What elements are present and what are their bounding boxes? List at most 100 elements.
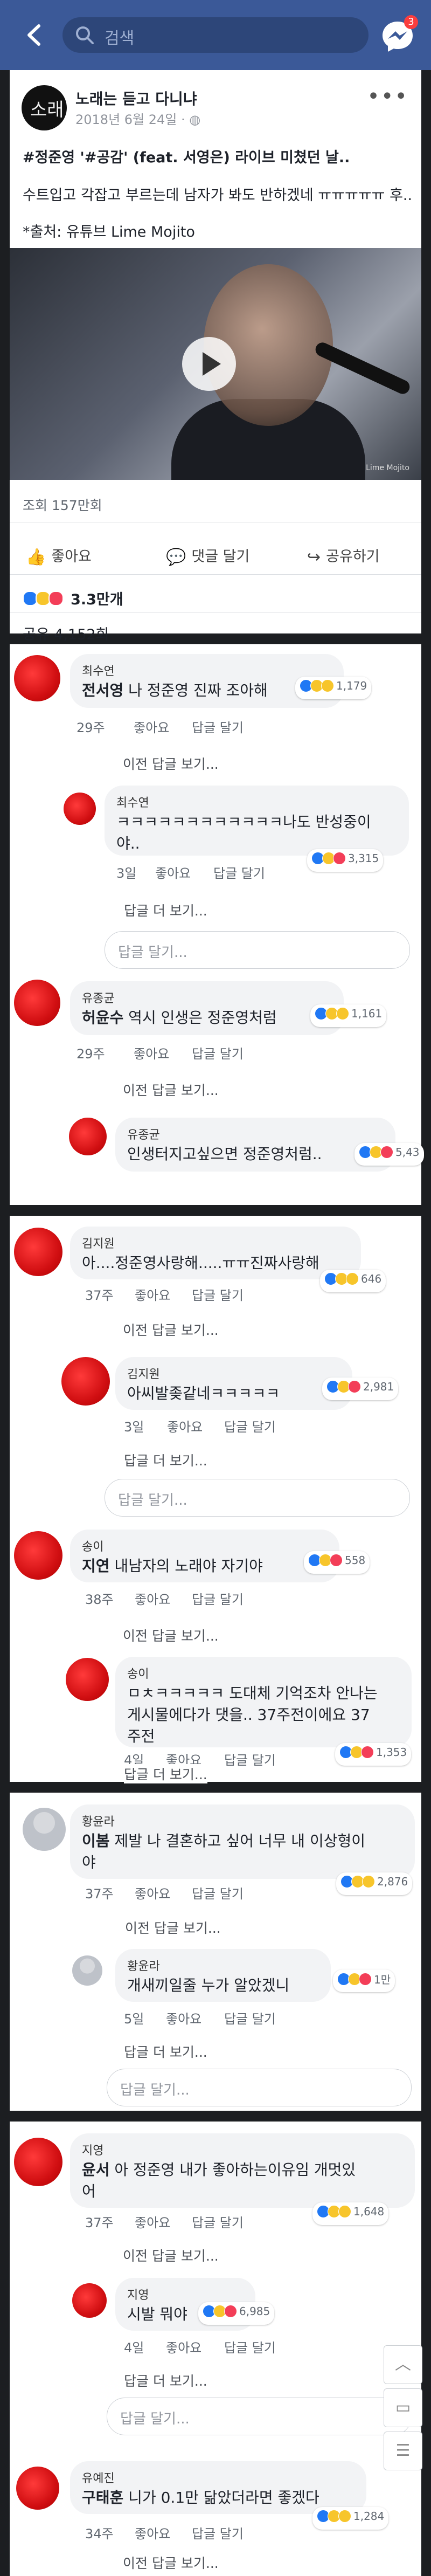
- tagged-name[interactable]: 허윤수: [82, 1009, 123, 1027]
- reaction-count[interactable]: 2,876: [336, 1872, 413, 1895]
- commenter-name[interactable]: 김지원: [82, 1234, 115, 1251]
- reply-input[interactable]: 답글 달기...: [107, 2069, 412, 2106]
- avatar[interactable]: [64, 793, 96, 825]
- reply-link[interactable]: 답글 달기: [192, 1285, 244, 1304]
- like-link[interactable]: 좋아요: [167, 1416, 203, 1435]
- reply-link[interactable]: 답글 달기: [192, 2523, 244, 2542]
- reaction-count[interactable]: 558: [304, 1551, 370, 1574]
- reaction-count[interactable]: 6,985: [198, 2302, 275, 2325]
- avatar[interactable]: [23, 1808, 66, 1851]
- reaction-count[interactable]: 1,161: [310, 1004, 387, 1027]
- page-name[interactable]: 노래는 듣고 다니냐: [75, 87, 197, 109]
- tagged-name[interactable]: 윤서: [82, 2161, 110, 2179]
- reactions-summary[interactable]: 3.3만개: [23, 588, 123, 609]
- commenter-name[interactable]: 유종균: [127, 1125, 160, 1142]
- reply-link[interactable]: 답글 달기: [213, 863, 265, 881]
- previous-replies-link[interactable]: 이전 답글 보기...: [125, 1918, 221, 1937]
- play-icon[interactable]: [182, 337, 236, 391]
- reply-link[interactable]: 답글 달기: [192, 1883, 244, 1902]
- avatar[interactable]: [14, 1531, 62, 1580]
- tagged-name[interactable]: 전서영: [82, 681, 123, 699]
- reply-link[interactable]: 답글 달기: [192, 1043, 244, 1062]
- more-replies-link[interactable]: 답글 더 보기...: [124, 1450, 207, 1470]
- share-button[interactable]: ↪ 공유하기: [307, 545, 380, 567]
- reaction-count[interactable]: 5,43: [354, 1143, 424, 1166]
- reaction-count[interactable]: 1,179: [295, 677, 372, 699]
- comment-button[interactable]: 💬 댓글 달기: [166, 545, 249, 567]
- more-replies-link[interactable]: 답글 더 보기...: [124, 2371, 207, 2390]
- avatar[interactable]: [14, 655, 60, 701]
- like-link[interactable]: 좋아요: [134, 1043, 169, 1062]
- avatar[interactable]: [14, 980, 60, 1026]
- scroll-up-icon[interactable]: ︿: [384, 2345, 422, 2384]
- reply-link[interactable]: 답글 달기: [224, 2008, 276, 2027]
- search-input[interactable]: 검색: [62, 17, 369, 53]
- commenter-name[interactable]: 최수연: [116, 793, 149, 810]
- previous-replies-link[interactable]: 이전 답글 보기...: [123, 2553, 219, 2572]
- like-button[interactable]: 👍 좋아요: [26, 545, 92, 567]
- avatar[interactable]: [14, 1228, 62, 1276]
- avatar[interactable]: [61, 1357, 110, 1406]
- commenter-name[interactable]: 송이: [127, 1664, 149, 1682]
- reply-link[interactable]: 답글 달기: [224, 1416, 276, 1435]
- reply-link[interactable]: 답글 달기: [224, 1750, 276, 1768]
- commenter-name[interactable]: 황윤라: [127, 1957, 160, 1974]
- reaction-count[interactable]: 1,353: [335, 1743, 412, 1766]
- more-replies-link[interactable]: 답글 더 보기...: [124, 1764, 207, 1783]
- previous-replies-link[interactable]: 이전 답글 보기...: [123, 1080, 219, 1099]
- video-player[interactable]: Lime Mojito: [10, 248, 421, 480]
- more-options-icon[interactable]: •••: [367, 84, 408, 109]
- like-link[interactable]: 좋아요: [166, 2008, 201, 2027]
- more-replies-link[interactable]: 답글 더 보기...: [124, 2042, 207, 2061]
- reply-input[interactable]: 답글 달기...: [105, 931, 410, 969]
- avatar[interactable]: [16, 2467, 59, 2510]
- avatar[interactable]: [66, 1658, 109, 1701]
- reply-link[interactable]: 답글 달기: [192, 1589, 244, 1608]
- avatar[interactable]: [14, 2138, 62, 2186]
- messenger-button[interactable]: 3: [379, 15, 418, 54]
- reaction-count[interactable]: 1,648: [312, 2202, 389, 2225]
- chat-icon[interactable]: ▭: [384, 2388, 422, 2427]
- avatar[interactable]: [72, 1955, 102, 1986]
- reply-input[interactable]: 답글 달기...: [105, 1479, 410, 1517]
- like-link[interactable]: 좋아요: [155, 863, 191, 881]
- previous-replies-link[interactable]: 이전 답글 보기...: [123, 1320, 219, 1339]
- tagged-name[interactable]: 구태훈: [82, 2489, 123, 2506]
- reply-link[interactable]: 답글 달기: [192, 2212, 244, 2231]
- commenter-name[interactable]: 지영: [82, 2141, 103, 2158]
- more-replies-link[interactable]: 답글 더 보기...: [124, 900, 207, 920]
- like-link[interactable]: 좋아요: [135, 2212, 170, 2231]
- commenter-name[interactable]: 송이: [82, 1537, 103, 1554]
- like-link[interactable]: 좋아요: [135, 1883, 170, 1902]
- reaction-count[interactable]: 2,981: [322, 1377, 399, 1400]
- commenter-name[interactable]: 최수연: [82, 662, 115, 679]
- tagged-name[interactable]: 이봄: [82, 1832, 110, 1850]
- commenter-name[interactable]: 김지원: [127, 1365, 160, 1382]
- previous-replies-link[interactable]: 이전 답글 보기...: [123, 754, 219, 773]
- reaction-count[interactable]: 1,284: [312, 2507, 389, 2530]
- share-count[interactable]: 공유 4,152회: [23, 623, 109, 644]
- commenter-name[interactable]: 유종균: [82, 989, 115, 1006]
- reaction-count[interactable]: 646: [320, 1270, 386, 1292]
- commenter-name[interactable]: 황윤라: [82, 1812, 115, 1829]
- page-avatar[interactable]: 소래: [22, 85, 67, 130]
- reply-input[interactable]: 답글 달기...: [107, 2398, 412, 2435]
- previous-replies-link[interactable]: 이전 답글 보기...: [123, 2246, 219, 2265]
- like-link[interactable]: 좋아요: [134, 717, 169, 736]
- reaction-count[interactable]: 3,315: [307, 849, 384, 872]
- commenter-name[interactable]: 유예진: [82, 2469, 115, 2486]
- previous-replies-link[interactable]: 이전 답글 보기...: [123, 1626, 219, 1645]
- like-link[interactable]: 좋아요: [135, 1285, 170, 1304]
- avatar[interactable]: [69, 1118, 107, 1155]
- tagged-name[interactable]: 지연: [82, 1557, 110, 1575]
- reaction-count[interactable]: 1만: [333, 1969, 395, 1992]
- reply-link[interactable]: 답글 달기: [224, 2337, 276, 2356]
- back-arrow-icon[interactable]: [22, 22, 48, 49]
- commenter-name[interactable]: 지영: [127, 2285, 149, 2303]
- list-icon[interactable]: ☰: [384, 2432, 422, 2470]
- avatar[interactable]: [72, 2283, 107, 2318]
- reply-link[interactable]: 답글 달기: [192, 717, 244, 736]
- like-link[interactable]: 좋아요: [166, 2337, 201, 2356]
- like-link[interactable]: 좋아요: [135, 2523, 170, 2542]
- like-link[interactable]: 좋아요: [135, 1589, 170, 1608]
